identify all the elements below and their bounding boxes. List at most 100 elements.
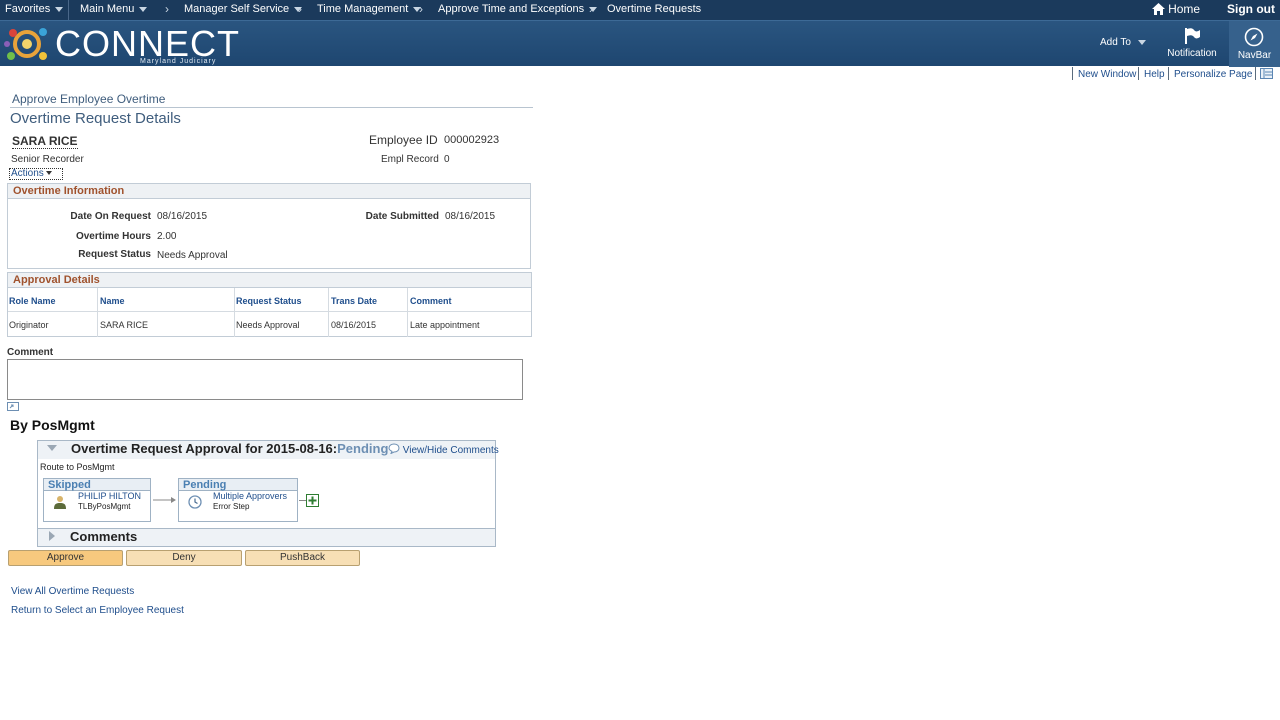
new-window-link[interactable]: New Window [1078,69,1136,80]
employee-id-label: Employee ID [369,133,438,147]
section-header: Approval Details [8,273,531,288]
main-menu-label: Main Menu [80,3,135,15]
page-subtitle: Approve Employee Overtime [12,92,166,106]
empl-record-label: Empl Record [381,154,439,165]
column-divider [407,288,408,337]
breadcrumb-label: Time Management [317,3,409,15]
divider [1138,67,1139,80]
column-header-trans-date[interactable]: Trans Date [331,296,377,306]
divider [68,0,69,20]
table-cell-comment: Late appointment [410,320,480,330]
navbar-label: NavBar [1237,50,1272,61]
favorites-label: Favorites [5,3,51,15]
step-status: Skipped [44,479,150,491]
chevron-down-icon [55,6,64,12]
chevron-down-icon [45,171,52,176]
return-to-select-employee-link[interactable]: Return to Select an Employee Request [11,605,184,616]
view-all-overtime-requests-link[interactable]: View All Overtime Requests [11,586,134,597]
breadcrumb-separator-icon: › [165,2,169,16]
header-banner: CONNECT Maryland Judiciary Add To Notifi… [0,20,1280,67]
job-title: Senior Recorder [11,154,84,165]
breadcrumb-separator-icon: › [298,2,302,16]
breadcrumb-approve-time[interactable]: Approve Time and Exceptions [438,3,598,15]
compass-icon [1244,27,1264,47]
step-approver-sub: Error Step [213,502,250,511]
table-cell-name: SARA RICE [100,320,149,330]
chevron-down-icon [139,6,148,12]
top-navigation-bar: Favorites Main Menu › Manager Self Servi… [0,0,1280,20]
column-divider [97,288,98,337]
step-approver-name[interactable]: Multiple Approvers [213,491,287,501]
breadcrumb-time-management[interactable]: Time Management [317,3,422,15]
breadcrumb-manager-self-service[interactable]: Manager Self Service [184,3,303,15]
route-label: Route to PosMgmt [40,462,115,472]
home-icon [1152,3,1165,15]
deny-button[interactable]: Deny [126,550,242,566]
column-header-role-name[interactable]: Role Name [9,296,56,306]
date-on-request-value: 08/16/2015 [157,211,208,222]
workflow-title: Overtime Request Approval for 2015-08-16… [71,441,388,456]
breadcrumb-separator-icon: › [589,2,593,16]
add-to-label: Add To [1100,37,1131,48]
pushback-button[interactable]: PushBack [245,550,360,566]
personalize-page-link[interactable]: Personalize Page [1174,69,1252,80]
add-approver-icon[interactable] [306,494,319,507]
workflow-title-text: Overtime Request Approval for 2015-08-16… [71,441,338,456]
date-submitted-label: Date Submitted [365,211,439,222]
comments-heading[interactable]: Comments [70,529,137,544]
column-divider [234,288,235,337]
breadcrumb-label: Approve Time and Exceptions [438,3,585,15]
breadcrumb-label: Manager Self Service [184,3,290,15]
actions-menu[interactable]: Actions [9,168,63,180]
employee-id-value: 000002923 [444,134,500,146]
flag-icon [1185,28,1200,44]
view-hide-comments-link[interactable]: View/Hide Comments [388,443,499,456]
table-cell-request-status: Needs Approval [236,320,300,330]
view-hide-comments-label: View/Hide Comments [402,445,499,456]
speech-bubble-icon [388,443,400,455]
main-menu[interactable]: Main Menu [80,3,148,15]
step-approver-sub: TLByPosMgmt [78,502,131,511]
connector-line [299,500,306,501]
arrow-right-icon [153,497,176,503]
expand-textarea-icon[interactable] [7,402,19,411]
person-icon [54,496,66,509]
navbar-button[interactable]: NavBar [1229,21,1280,67]
page-layout-icon[interactable] [1260,68,1273,79]
home-link[interactable]: Home [1152,2,1200,16]
expand-triangle-icon[interactable] [49,531,56,541]
request-status-label: Request Status [78,249,151,260]
column-divider [328,288,329,337]
date-on-request-label: Date On Request [70,211,151,222]
table-cell-trans-date: 08/16/2015 [331,320,377,330]
workflow-by-heading: By PosMgmt [10,417,95,433]
page-title: Overtime Request Details [10,110,181,127]
clock-icon [188,495,202,509]
empl-record-value: 0 [444,154,450,165]
column-header-name[interactable]: Name [100,296,125,306]
approve-button[interactable]: Approve [8,550,123,566]
step-status: Pending [179,479,297,491]
breadcrumb-separator-icon: › [419,2,423,16]
help-link[interactable]: Help [1144,69,1165,80]
signout-link[interactable]: Sign out [1227,2,1275,16]
request-status-value: Needs Approval [157,250,228,261]
divider [8,311,531,312]
comment-textarea[interactable] [7,359,523,400]
divider [10,107,533,108]
actions-label: Actions [11,168,44,179]
section-header: Overtime Information [8,184,530,199]
breadcrumb-overtime-requests[interactable]: Overtime Requests [607,3,701,15]
column-header-request-status[interactable]: Request Status [236,296,302,306]
comment-label: Comment [7,347,54,358]
notification-button[interactable]: Notification [1162,27,1222,59]
home-label: Home [1168,2,1201,16]
column-header-comment[interactable]: Comment [410,296,452,306]
add-to-menu[interactable]: Add To [1100,37,1146,48]
collapse-triangle-icon[interactable] [47,445,57,453]
table-cell-role-name: Originator [9,320,49,330]
employee-name: SARA RICE [12,134,78,149]
date-submitted-value: 08/16/2015 [445,211,496,222]
step-approver-name[interactable]: PHILIP HILTON [78,491,141,501]
favorites-menu[interactable]: Favorites [5,3,64,15]
